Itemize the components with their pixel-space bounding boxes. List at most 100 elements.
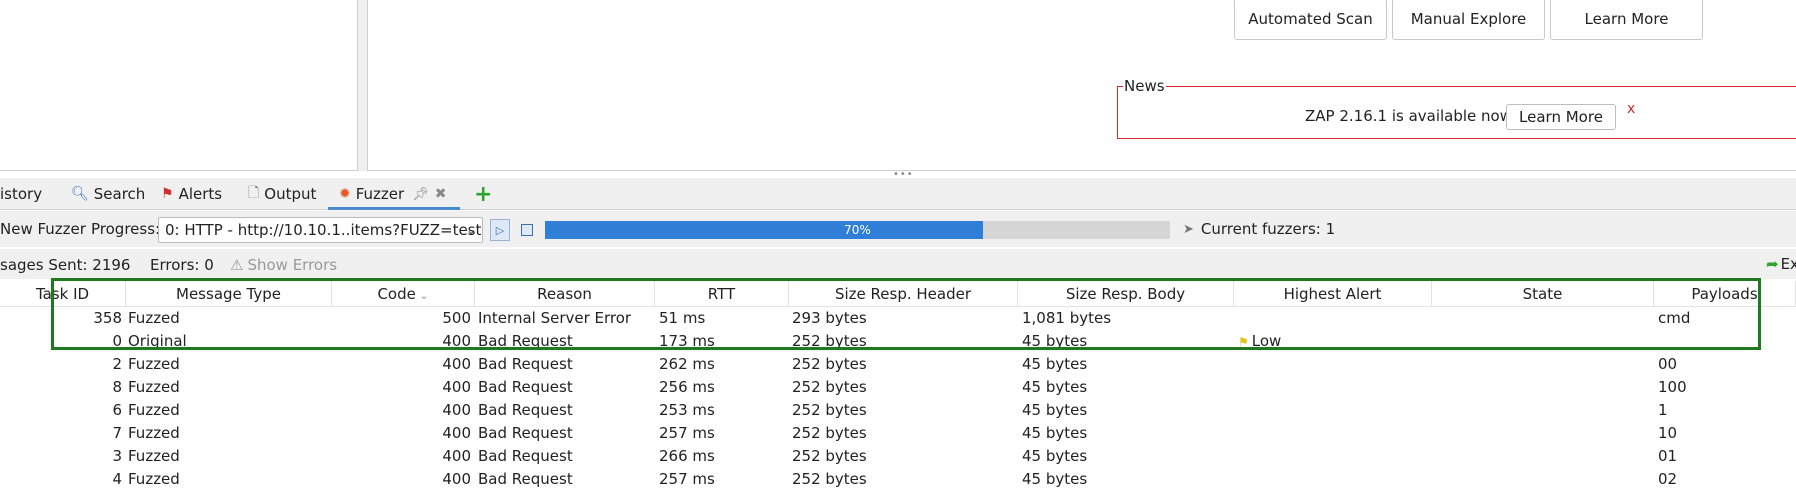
table-row[interactable]: 7 Fuzzed 400 Bad Request 257 ms 252 bytes 45 b… [0,422,1796,445]
table-row[interactable]: 2 Fuzzed 400 Bad Request 262 ms 252 bytes 45 b… [0,353,1796,376]
cell-size-resp-header: 252 bytes [792,378,867,396]
cell-size-resp-header: 252 bytes [792,424,867,442]
cell-size-resp-body: 45 bytes [1022,424,1088,442]
add-tab-button[interactable]: + [474,178,492,210]
alert-level-label: Low [1251,332,1282,350]
manual-explore-button[interactable]: Manual Explore [1392,0,1545,40]
table-row[interactable]: 4 Fuzzed 400 Bad Request 257 ms 252 bytes 45 b… [0,468,1796,488]
stop-button[interactable] [521,224,533,236]
cell-payloads: 01 [1658,447,1678,465]
cell-rtt: 173 ms [659,332,715,350]
cell-code: 400 [442,378,471,396]
cell-reason: Bad Request [478,401,573,419]
header-reason[interactable]: Reason [475,281,655,307]
warning-icon: ⚠ [230,256,244,274]
cell-message-type: Fuzzed [128,355,180,373]
news-close-icon[interactable]: x [1627,101,1635,117]
export-icon: ➦ [1766,255,1779,273]
messages-sent-count: sages Sent: 2196 [0,256,131,274]
cell-size-resp-header: 252 bytes [792,401,867,419]
cell-size-resp-body: 45 bytes [1022,332,1088,350]
flag-icon: ⚑ [161,186,174,202]
table-header: Task ID Message Type Code ⌄ Reason RTT Size R… [0,281,1796,307]
alert-flag-icon: ⚑ [1238,335,1249,349]
tab-history[interactable]: istory [0,178,42,210]
show-errors-button[interactable]: ⚠ Show Errors [230,256,337,274]
broom-icon: ➤ [1183,221,1194,237]
export-button[interactable]: ➦ Ex [1766,255,1796,273]
cell-code: 400 [442,424,471,442]
header-code[interactable]: Code ⌄ [332,281,475,307]
cell-task-id: 0 [112,332,122,350]
fuzzer-stats-bar: sages Sent: 2196 Errors: 0 ⚠ Show Errors … [0,249,1796,279]
header-size-resp-body[interactable]: Size Resp. Body [1018,281,1234,307]
cell-rtt: 257 ms [659,470,715,488]
header-payloads[interactable]: Payloads [1654,281,1796,307]
news-text: ZAP 2.16.1 is available now [1305,107,1513,125]
tab-alerts[interactable]: ⚑ Alerts [161,178,222,210]
sort-descending-icon: ⌄ [415,289,429,302]
news-panel: News ZAP 2.16.1 is available now Learn M… [1117,77,1796,139]
tab-fuzzer-label: Fuzzer [355,185,405,203]
learn-more-button[interactable]: Learn More [1550,0,1703,40]
cell-reason: Bad Request [478,378,573,396]
header-rtt[interactable]: RTT [655,281,789,307]
fuzzer-select[interactable]: 0: HTTP - http://10.10.1..items?FUZZ=tes… [158,217,483,243]
header-state[interactable]: State [1432,281,1654,307]
cell-rtt: 256 ms [659,378,715,396]
fuzz-results-table: Task ID Message Type Code ⌄ Reason RTT Size R… [0,281,1796,488]
cell-reason: Bad Request [478,355,573,373]
quick-start-panel: Automated Scan Manual Explore Learn More… [367,0,1796,171]
table-row[interactable]: 8 Fuzzed 400 Bad Request 256 ms 252 bytes 45 b… [0,376,1796,399]
tab-history-label: istory [0,185,43,203]
cell-rtt: 262 ms [659,355,715,373]
tab-output-label: Output [264,185,317,203]
cell-size-resp-body: 1,081 bytes [1022,309,1112,327]
news-learn-more-button[interactable]: Learn More [1506,104,1616,130]
tab-fuzzer[interactable]: ✹ Fuzzer 📌︎ ✖ [339,178,446,210]
cell-reason: Bad Request [478,470,573,488]
progress-label: Progress: [91,220,161,238]
table-row[interactable]: 358 Fuzzed 500 Internal Server Error 51 ms 29… [0,307,1796,330]
cell-message-type: Fuzzed [128,470,180,488]
cell-message-type: Fuzzed [128,309,180,327]
header-size-resp-header[interactable]: Size Resp. Header [789,281,1018,307]
fuzz-progress-bar: 70% [545,221,1170,239]
show-errors-label: Show Errors [247,256,338,274]
tab-search-label: Search [93,185,146,203]
errors-count: Errors: 0 [150,256,214,274]
pin-icon[interactable]: 📌︎ [412,187,429,202]
cell-task-id: 2 [112,355,122,373]
header-task-id[interactable]: Task ID [0,281,126,307]
cell-message-type: Original [128,332,187,350]
cell-rtt: 266 ms [659,447,715,465]
automated-scan-button[interactable]: Automated Scan [1234,0,1387,40]
fuzzer-toolbar: New Fuzzer Progress: 0: HTTP - http://10… [0,211,1796,247]
table-row[interactable]: 0 Original 400 Bad Request 173 ms 252 bytes 45… [0,330,1796,353]
cell-highest-alert: ⚑ Low [1238,330,1281,353]
cell-reason: Bad Request [478,424,573,442]
resume-button[interactable]: ▷ [490,219,510,241]
cell-message-type: Fuzzed [128,424,180,442]
document-icon: 🗋︎ [248,185,260,201]
header-message-type[interactable]: Message Type [126,281,332,307]
cell-rtt: 253 ms [659,401,715,419]
news-legend: News [1123,77,1166,95]
active-tab-indicator [328,207,460,210]
new-fuzzer-button[interactable]: New Fuzzer [0,220,86,238]
panel-splitter-vertical[interactable] [358,0,367,171]
tab-search[interactable]: 🔍︎ Search [71,178,145,210]
cell-message-type: Fuzzed [128,447,180,465]
table-row[interactable]: 6 Fuzzed 400 Bad Request 253 ms 252 bytes 45 b… [0,399,1796,422]
cell-size-resp-body: 45 bytes [1022,470,1088,488]
tab-output[interactable]: 🗋︎ Output [248,178,316,210]
header-code-label: Code [377,285,416,303]
cell-rtt: 257 ms [659,424,715,442]
cell-payloads: 02 [1658,470,1678,488]
table-row[interactable]: 3 Fuzzed 400 Bad Request 266 ms 252 bytes 45 b… [0,445,1796,468]
cell-task-id: 4 [112,470,122,488]
cell-size-resp-header: 252 bytes [792,470,867,488]
close-icon[interactable]: ✖ [435,186,447,202]
search-icon: 🔍︎ [71,186,89,202]
header-highest-alert[interactable]: Highest Alert [1234,281,1432,307]
